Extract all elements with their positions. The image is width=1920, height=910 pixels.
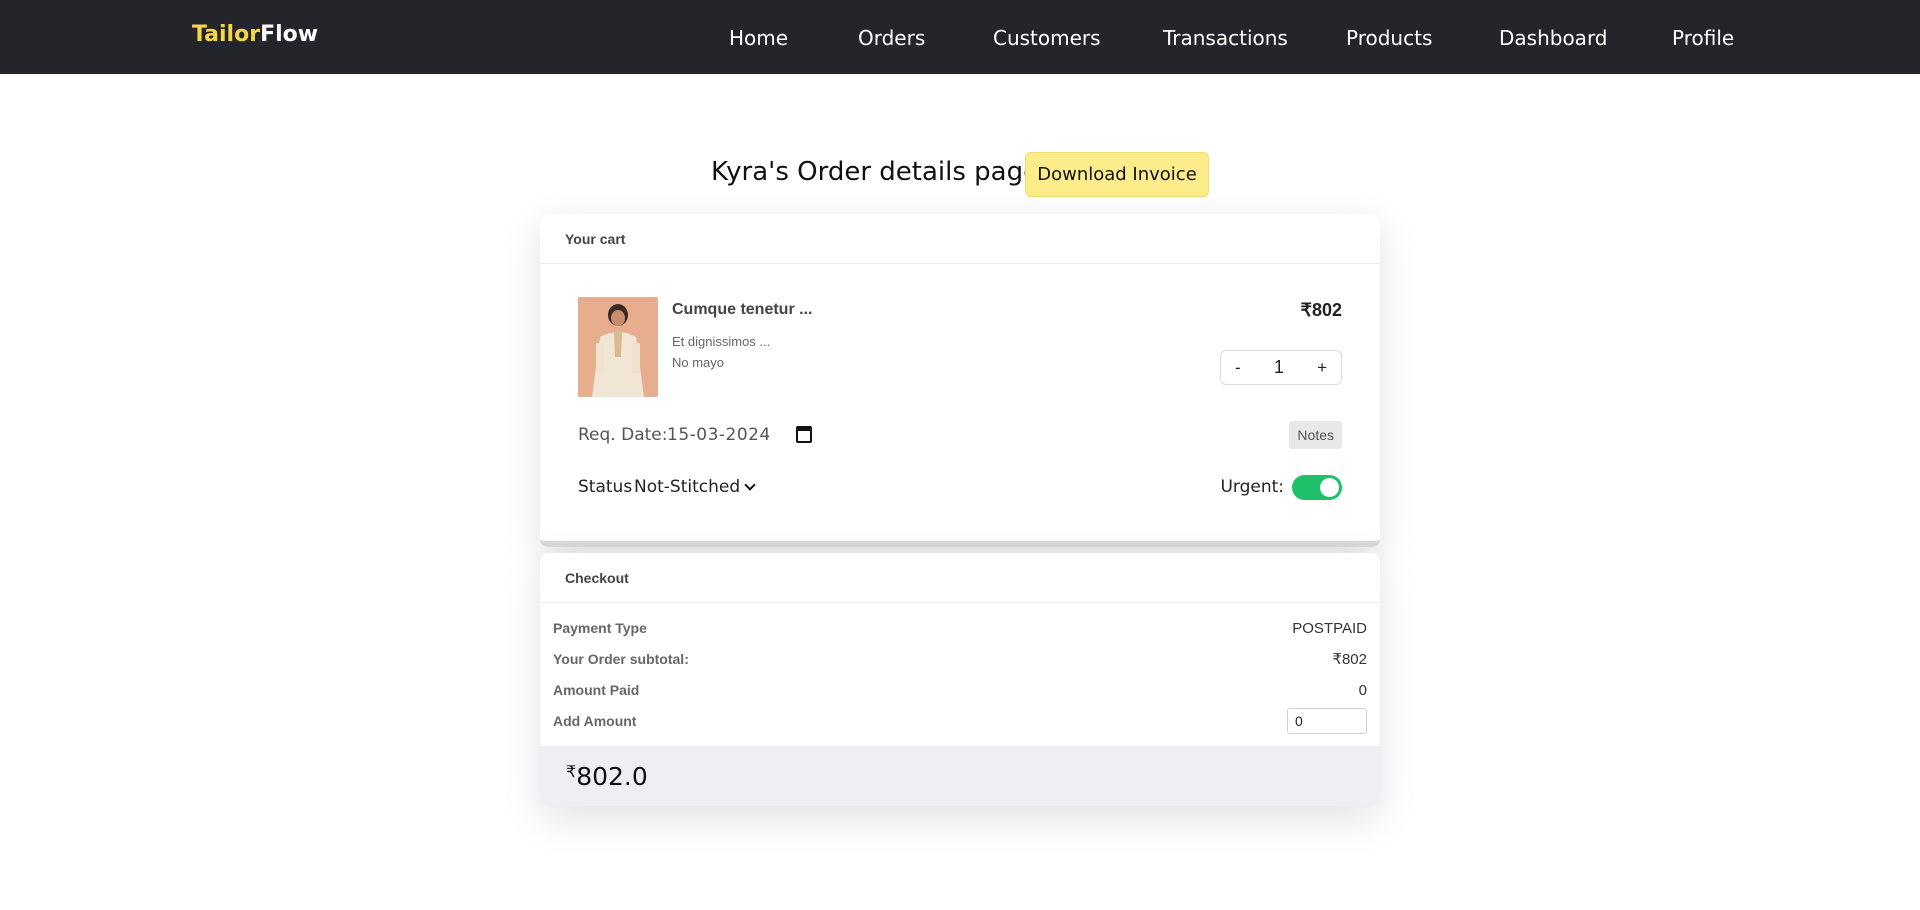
amount-paid-label: Amount Paid bbox=[553, 682, 640, 698]
quantity-decrement-button[interactable]: - bbox=[1235, 358, 1241, 378]
payment-type-value: POSTPAID bbox=[1292, 619, 1367, 637]
item-price: ₹802 bbox=[1300, 300, 1342, 320]
nav-orders[interactable]: Orders bbox=[858, 26, 925, 50]
urgent-label: Urgent: bbox=[1220, 477, 1284, 497]
cart-header: Your cart bbox=[540, 214, 1380, 264]
page-title: Kyra's Order details page bbox=[711, 157, 1040, 187]
status-select[interactable]: Not-Stitched bbox=[634, 477, 756, 497]
add-amount-row: Add Amount bbox=[553, 708, 1367, 734]
nav-products[interactable]: Products bbox=[1346, 26, 1432, 50]
nav-home[interactable]: Home bbox=[729, 26, 788, 50]
calendar-icon[interactable] bbox=[796, 426, 812, 443]
quantity-stepper: - 1 + bbox=[1220, 350, 1342, 385]
total-value: 802.0 bbox=[576, 761, 648, 791]
status-label: Status bbox=[578, 477, 633, 497]
nav-transactions[interactable]: Transactions bbox=[1163, 26, 1288, 50]
payment-type-label: Payment Type bbox=[553, 620, 647, 636]
add-amount-input[interactable] bbox=[1287, 708, 1367, 734]
checkout-card: Checkout Payment Type POSTPAID Your Orde… bbox=[540, 553, 1380, 806]
total-currency: ₹ bbox=[566, 764, 577, 781]
toggle-knob bbox=[1320, 478, 1339, 497]
item-description: Et dignissimos ... bbox=[672, 334, 771, 349]
brand-logo[interactable]: TailorFlow bbox=[192, 22, 318, 47]
item-name: Cumque tenetur ... bbox=[672, 301, 813, 318]
subtotal-row: Your Order subtotal: ₹802 bbox=[553, 648, 1367, 670]
nav-profile[interactable]: Profile bbox=[1672, 26, 1734, 50]
notes-button[interactable]: Notes bbox=[1289, 421, 1342, 449]
product-image bbox=[578, 297, 658, 397]
status-value: Not-Stitched bbox=[634, 477, 741, 497]
chevron-down-icon bbox=[744, 479, 756, 491]
download-invoice-button[interactable]: Download Invoice bbox=[1025, 152, 1209, 197]
amount-paid-value: 0 bbox=[1358, 681, 1367, 699]
nav-dashboard[interactable]: Dashboard bbox=[1499, 26, 1608, 50]
brand-part-1: Tailor bbox=[192, 22, 261, 47]
quantity-value: 1 bbox=[1273, 357, 1284, 377]
quantity-increment-button[interactable]: + bbox=[1317, 358, 1327, 378]
brand-part-2: Flow bbox=[260, 22, 319, 47]
item-variant: No mayo bbox=[672, 355, 725, 370]
checkout-header: Checkout bbox=[540, 553, 1380, 603]
subtotal-label: Your Order subtotal: bbox=[553, 651, 689, 667]
urgent-toggle[interactable] bbox=[1292, 475, 1342, 500]
amount-paid-row: Amount Paid 0 bbox=[553, 679, 1367, 701]
subtotal-value: ₹802 bbox=[1332, 651, 1367, 668]
total-bar: ₹ 802.0 bbox=[540, 746, 1380, 806]
nav-customers[interactable]: Customers bbox=[993, 26, 1101, 50]
req-date-input[interactable]: 15-03-2024 bbox=[667, 425, 771, 445]
cart-card: Your cart Cumque tenetur ... Et dignissi… bbox=[540, 214, 1380, 547]
req-date-label: Req. Date: bbox=[578, 425, 668, 445]
payment-type-row: Payment Type POSTPAID bbox=[553, 617, 1367, 639]
navbar: TailorFlow Home Orders Customers Transac… bbox=[0, 0, 1920, 74]
add-amount-label: Add Amount bbox=[553, 713, 637, 729]
